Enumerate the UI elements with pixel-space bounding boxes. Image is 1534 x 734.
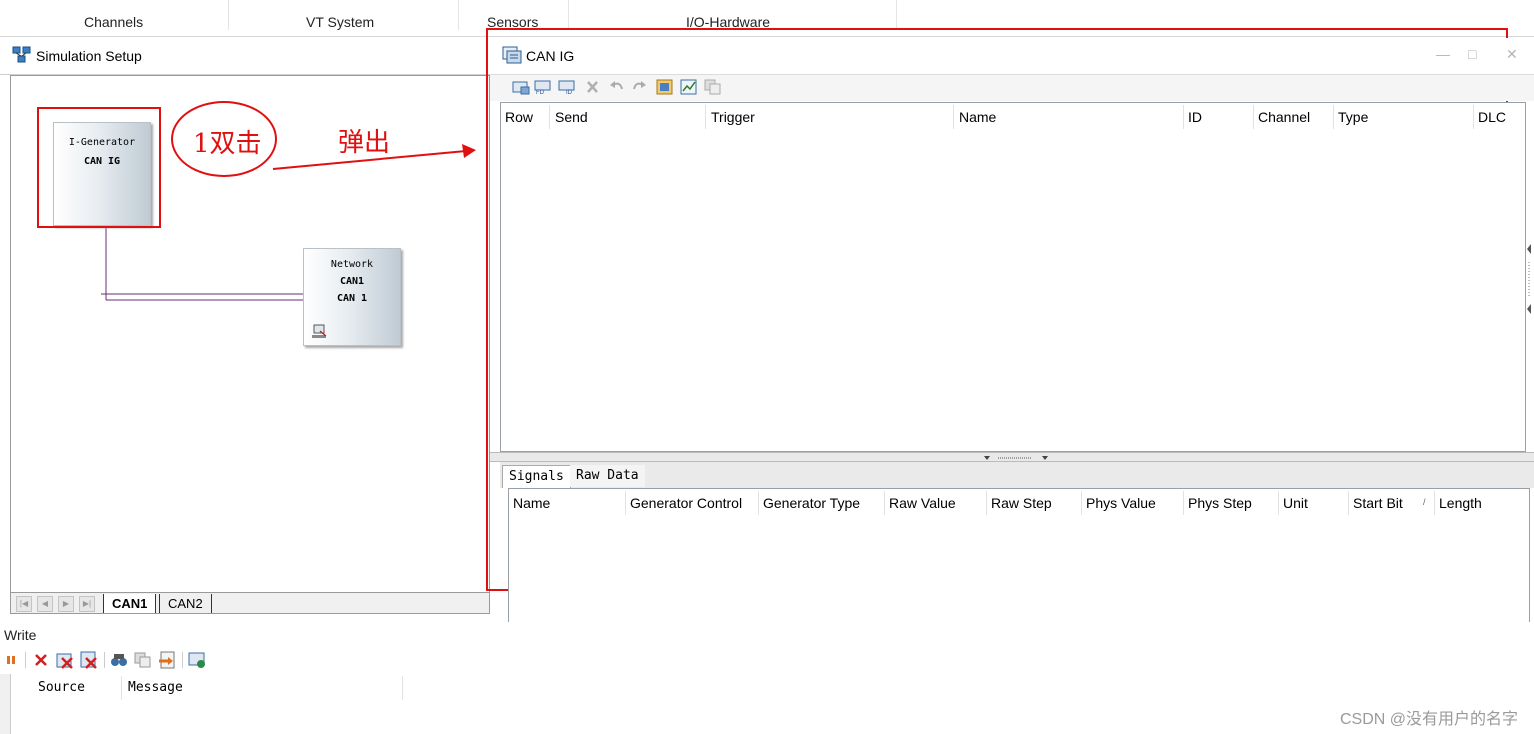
minimize-button[interactable]: — <box>1436 46 1450 62</box>
redo-icon[interactable] <box>630 79 648 95</box>
undo-icon[interactable] <box>608 79 626 95</box>
copy-icon[interactable] <box>134 652 152 668</box>
can-ig-title: CAN IG <box>526 48 575 64</box>
settings-icon[interactable] <box>188 651 208 669</box>
col-start-bit[interactable]: Start Bit <box>1353 495 1403 511</box>
pause-icon[interactable] <box>6 654 16 666</box>
col-trigger[interactable]: Trigger <box>711 109 755 125</box>
simulation-setup-title: Simulation Setup <box>36 48 142 64</box>
simulation-setup-titlebar: Simulation Setup <box>0 38 490 75</box>
select-database-icon[interactable] <box>656 79 674 95</box>
export-icon[interactable] <box>158 651 178 669</box>
col-message[interactable]: Message <box>128 680 183 695</box>
annotation-step-text: 1双击 <box>193 129 262 159</box>
col-row[interactable]: Row <box>505 109 533 125</box>
network-block-bus: CAN1 <box>339 276 365 287</box>
ribbon-group-vt-system: VT System <box>306 14 375 30</box>
write-title: Write <box>4 627 37 643</box>
write-toolbar <box>0 646 1534 674</box>
col-signal-name[interactable]: Name <box>513 495 550 511</box>
tab-can1[interactable]: CAN1 <box>103 594 157 613</box>
network-block[interactable]: Network CAN1 CAN 1 <box>303 248 401 346</box>
clear-icon[interactable] <box>33 652 49 668</box>
write-window-titlebar: Write <box>0 622 1534 646</box>
ribbon-group-channels: Channels <box>84 14 144 30</box>
svg-text:FD: FD <box>536 90 545 95</box>
maximize-button[interactable]: □ <box>1468 46 1476 62</box>
first-tab-button[interactable]: |◀ <box>16 596 32 612</box>
col-generator-control[interactable]: Generator Control <box>630 495 742 511</box>
write-table[interactable]: Source Message <box>0 674 1534 734</box>
close-button[interactable]: ✕ <box>1506 46 1518 63</box>
network-block-type: Network <box>330 259 374 270</box>
annotation-arrow <box>272 144 476 170</box>
copy-icon[interactable] <box>704 79 722 95</box>
tab-can2[interactable]: CAN2 <box>159 594 212 613</box>
can-ig-toolbar: FD ID <box>490 75 1534 101</box>
last-tab-button[interactable]: ▶| <box>79 596 95 612</box>
network-node-icon <box>312 324 327 338</box>
horizontal-splitter[interactable] <box>490 452 1534 462</box>
can-ig-titlebar: CAN IG — □ ✕ <box>490 38 1534 75</box>
col-source[interactable]: Source <box>38 680 85 695</box>
signals-table[interactable]: Name Generator Control Generator Type Ra… <box>508 488 1530 622</box>
highlight-box-generator <box>37 107 161 228</box>
watermark-text: CSDN @没有用户的名字 <box>1339 711 1518 728</box>
clear-all-icon[interactable] <box>80 651 100 669</box>
simulation-sheet-tabs: |◀ ◀ ▶ ▶| CAN1 CAN2 <box>10 592 490 614</box>
can-ig-window-icon <box>502 46 522 64</box>
right-edge-grip[interactable] <box>1526 244 1532 314</box>
col-generator-type[interactable]: Generator Type <box>763 495 860 511</box>
col-channel[interactable]: Channel <box>1258 109 1310 125</box>
col-phys-step[interactable]: Phys Step <box>1188 495 1252 511</box>
add-id-message-icon[interactable]: ID <box>558 79 576 95</box>
add-message-icon[interactable] <box>512 79 530 95</box>
col-id[interactable]: ID <box>1188 109 1202 125</box>
network-block-channel: CAN 1 <box>336 293 368 304</box>
col-phys-value[interactable]: Phys Value <box>1086 495 1156 511</box>
prev-tab-button[interactable]: ◀ <box>37 596 53 612</box>
delete-icon[interactable] <box>584 79 602 95</box>
col-raw-value[interactable]: Raw Value <box>889 495 956 511</box>
signal-tabs: Signals Raw Data <box>500 462 1534 488</box>
message-table[interactable]: Row Send Trigger Name ID Channel Type DL… <box>500 102 1526 452</box>
simulation-setup-icon <box>12 46 31 63</box>
col-unit[interactable]: Unit <box>1283 495 1308 511</box>
col-dlc[interactable]: DLC <box>1478 109 1506 125</box>
annotation-ellipse: 1双击 <box>171 101 277 177</box>
add-fd-message-icon[interactable]: FD <box>534 79 552 95</box>
col-send[interactable]: Send <box>555 109 588 125</box>
tab-raw-data[interactable]: Raw Data <box>570 465 645 487</box>
signal-chart-icon[interactable] <box>680 79 698 95</box>
find-icon[interactable] <box>110 652 128 668</box>
write-left-gutter <box>0 674 11 734</box>
col-raw-step[interactable]: Raw Step <box>991 495 1052 511</box>
col-name[interactable]: Name <box>959 109 996 125</box>
col-type[interactable]: Type <box>1338 109 1368 125</box>
next-tab-button[interactable]: ▶ <box>58 596 74 612</box>
splitter-grip-icon <box>984 456 1048 460</box>
svg-text:ID: ID <box>566 90 573 95</box>
clear-filtered-icon[interactable] <box>56 651 76 669</box>
sort-indicator-icon: / <box>1423 497 1426 507</box>
col-length[interactable]: Length <box>1439 495 1482 511</box>
tab-signals[interactable]: Signals <box>502 465 571 488</box>
